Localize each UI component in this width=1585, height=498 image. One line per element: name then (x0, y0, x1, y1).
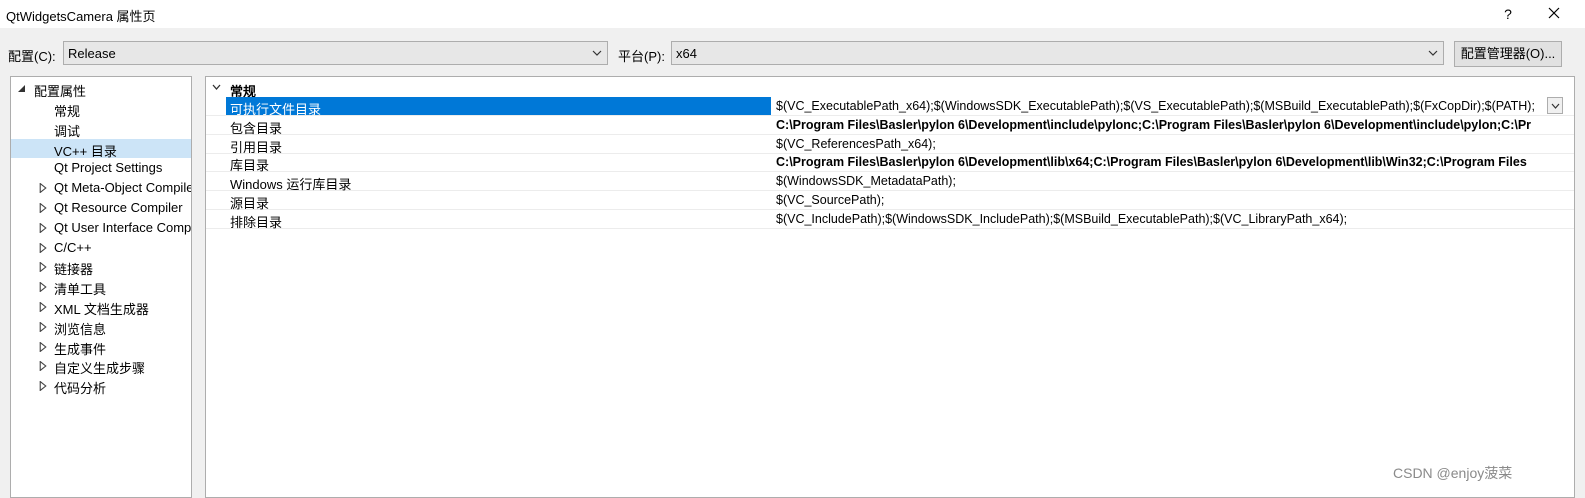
expand-triangle-icon[interactable] (39, 203, 47, 213)
tree-item-label: Qt Resource Compiler (54, 200, 183, 215)
property-value[interactable]: $(VC_ExecutablePath_x64);$(WindowsSDK_Ex… (776, 99, 1535, 113)
property-row[interactable]: 引用目录 $(VC_ReferencesPath_x64); (206, 135, 1574, 155)
config-dropdown[interactable]: Release (63, 41, 608, 65)
watermark: CSDN @enjoy菠菜 (1393, 465, 1513, 481)
tree-item-label: C/C++ (54, 239, 92, 255)
tree-item[interactable]: 代码分析 (11, 376, 191, 395)
property-value[interactable]: $(VC_IncludePath);$(WindowsSDK_IncludePa… (776, 212, 1347, 226)
tree-item-label: 调试 (54, 123, 81, 138)
property-value[interactable]: $(VC_ReferencesPath_x64); (776, 137, 936, 151)
tree-item[interactable]: 浏览信息 (11, 317, 191, 336)
category-general[interactable]: 常规 (206, 79, 1574, 99)
tree-item[interactable]: VC++ 目录 (11, 138, 191, 158)
property-value[interactable]: $(VC_SourcePath); (776, 193, 884, 207)
chevron-down-icon (1551, 103, 1559, 109)
tree-item-label: VC++ 目录 (54, 143, 117, 158)
config-value: Release (68, 46, 116, 61)
tree-item-label: 代码分析 (54, 381, 107, 396)
tree-item-label: XML 文档生成器 (54, 302, 149, 316)
close-button[interactable] (1540, 2, 1568, 26)
tree-item-label: 自定义生成步骤 (54, 361, 146, 376)
property-row[interactable]: 包含目录 C:\Program Files\Basler\pylon 6\Deve… (206, 116, 1574, 136)
property-name-cell[interactable]: 包含目录 (226, 116, 771, 136)
platform-label: 平台(P): (618, 49, 665, 64)
property-row[interactable]: 排除目录 $(VC_IncludePath);$(WindowsSDK_Inclu… (206, 210, 1574, 230)
collapse-triangle-icon[interactable] (18, 84, 26, 94)
expand-triangle-icon[interactable] (39, 302, 47, 312)
tree-item[interactable]: XML 文档生成器 (11, 297, 191, 316)
property-name-cell[interactable]: 可执行文件目录 (226, 97, 771, 117)
tree-item-label: 清单工具 (54, 282, 107, 297)
expand-triangle-icon[interactable] (39, 222, 47, 233)
tree-root-label: 配置属性 (34, 84, 87, 98)
expand-triangle-icon[interactable] (39, 321, 47, 332)
platform-value: x64 (676, 46, 697, 61)
property-value[interactable]: C:\Program Files\Basler\pylon 6\Developm… (776, 155, 1527, 169)
property-row[interactable]: 可执行文件目录 $(VC_ExecutablePath_x64);$(Window… (206, 97, 1574, 117)
tree-item-label: 浏览信息 (54, 321, 107, 336)
property-tree: 配置属性 常规调试 VC++ 目录 Qt Project Settings Qt Me… (10, 76, 192, 498)
property-value[interactable]: $(WindowsSDK_MetadataPath); (776, 174, 956, 188)
tree-item[interactable]: 链接器 (11, 257, 191, 276)
chevron-down-icon (1428, 50, 1438, 56)
chevron-down-icon (592, 50, 602, 56)
value-dropdown-button[interactable] (1547, 97, 1563, 114)
expand-triangle-icon[interactable] (39, 341, 47, 352)
chevron-down-icon[interactable] (212, 84, 221, 91)
tree-item[interactable]: 清单工具 (11, 277, 191, 296)
tree-item-label: 常规 (54, 104, 81, 118)
tree-item[interactable]: 生成事件 (11, 337, 191, 356)
tree-item[interactable]: Qt Project Settings (11, 158, 191, 177)
tree-item[interactable]: 自定义生成步骤 (11, 356, 191, 375)
tree-root-config-properties[interactable]: 配置属性 (11, 79, 191, 98)
platform-dropdown[interactable]: x64 (671, 41, 1444, 65)
property-name-cell[interactable]: 库目录 (226, 153, 771, 173)
property-name-cell[interactable]: 源目录 (226, 191, 771, 211)
tree-item[interactable]: C/C++ (11, 238, 191, 257)
window-title: QtWidgetsCamera 属性页 (6, 9, 156, 24)
expand-triangle-icon[interactable] (39, 183, 47, 194)
expand-triangle-icon[interactable] (39, 361, 47, 372)
property-value[interactable]: C:\Program Files\Basler\pylon 6\Developm… (776, 118, 1531, 132)
help-button[interactable]: ? (1497, 4, 1519, 24)
tree-item[interactable]: 调试 (11, 119, 191, 138)
property-name: 排除目录 (230, 214, 283, 230)
property-grid: 常规 可执行文件目录 $(VC_ExecutablePath_x64);$(Win… (205, 76, 1575, 498)
title-bar: QtWidgetsCamera 属性页 ? (0, 0, 1585, 28)
expand-triangle-icon[interactable] (39, 282, 47, 293)
tree-item[interactable]: 常规 (11, 99, 191, 118)
tree-item-label: 生成事件 (54, 341, 107, 356)
property-name-cell[interactable]: 排除目录 (226, 210, 771, 230)
property-row[interactable]: 库目录 C:\Program Files\Basler\pylon 6\Devel… (206, 153, 1574, 173)
tree-item-label: Qt Meta-Object Compiler (54, 180, 191, 196)
tree-item-label: Qt User Interface Compiler (54, 219, 191, 235)
property-name-cell[interactable]: 引用目录 (226, 135, 771, 155)
close-icon (1548, 7, 1560, 19)
tree-item[interactable]: Qt User Interface Compiler (11, 218, 191, 237)
expand-triangle-icon[interactable] (39, 262, 47, 273)
tree-item-label: Qt Project Settings (54, 160, 163, 176)
property-name-cell[interactable]: Windows 运行库目录 (226, 172, 771, 192)
expand-triangle-icon[interactable] (39, 381, 47, 392)
tree-item-label: 链接器 (54, 262, 94, 277)
tree-item[interactable]: Qt Meta-Object Compiler (11, 178, 191, 197)
property-row[interactable]: Windows 运行库目录 $(WindowsSDK_MetadataPath); (206, 172, 1574, 192)
expand-triangle-icon[interactable] (39, 242, 47, 253)
tree-item[interactable]: Qt Resource Compiler (11, 198, 191, 217)
configuration-manager-button[interactable]: 配置管理器(O)... (1454, 41, 1562, 67)
property-row[interactable]: 源目录 $(VC_SourcePath); (206, 191, 1574, 211)
config-label: 配置(C): (8, 49, 56, 64)
